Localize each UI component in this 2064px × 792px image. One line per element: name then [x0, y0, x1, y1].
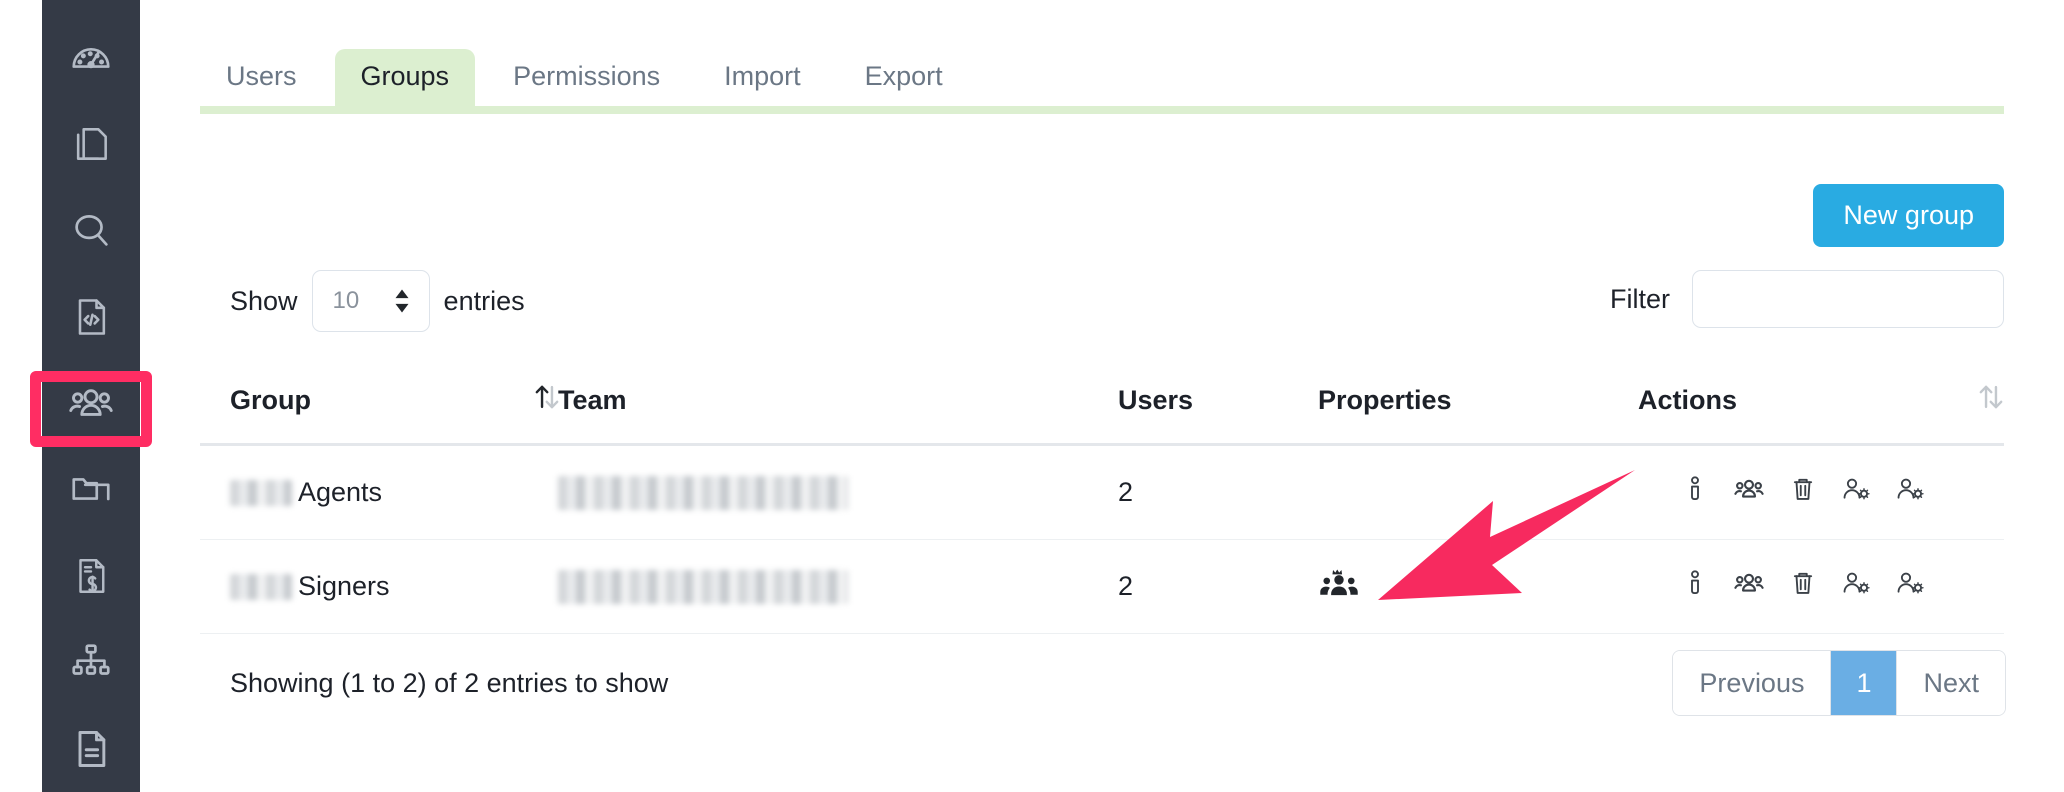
sidebar-item-users[interactable] — [42, 360, 140, 446]
cell-group: Signers — [200, 571, 530, 602]
trash-icon[interactable] — [1788, 568, 1818, 605]
invoice-icon — [70, 555, 112, 597]
user-cog-icon[interactable] — [1894, 473, 1926, 512]
sort-toggle-actions[interactable] — [1934, 380, 2004, 421]
users-group-icon — [66, 378, 116, 428]
show-label: Show — [230, 286, 298, 317]
cell-properties[interactable] — [1318, 562, 1638, 611]
tab-permissions[interactable]: Permissions — [487, 49, 686, 106]
code-file-icon — [69, 295, 113, 339]
cell-users: 2 — [1118, 477, 1318, 508]
group-name: Agents — [298, 477, 382, 508]
table-row[interactable]: Signers 2 — [200, 540, 2004, 634]
new-group-button[interactable]: New group — [1813, 184, 2004, 247]
cell-team — [558, 476, 1118, 510]
sidebar-item-documents[interactable] — [42, 100, 140, 186]
showing-entries-text: Showing (1 to 2) of 2 entries to show — [230, 668, 668, 699]
sidebar-item-templates[interactable] — [42, 273, 140, 359]
tab-groups[interactable]: Groups — [335, 49, 476, 106]
column-header-users[interactable]: Users — [1118, 385, 1318, 416]
redacted-group-prefix — [230, 480, 292, 506]
group-name: Signers — [298, 571, 390, 602]
user-settings-icon[interactable] — [1840, 473, 1872, 512]
user-settings-icon[interactable] — [1840, 567, 1872, 606]
cell-actions — [1638, 472, 1934, 513]
cell-group: Agents — [200, 477, 530, 508]
tab-import[interactable]: Import — [698, 49, 827, 106]
entries-value: 10 — [333, 287, 360, 315]
column-header-properties-label: Properties — [1318, 385, 1452, 415]
sidebar-item-dashboard[interactable] — [42, 14, 140, 100]
file-text-icon — [69, 727, 113, 771]
sidebar-item-organization[interactable] — [42, 619, 140, 705]
redacted-group-prefix — [230, 574, 292, 600]
pagination-next[interactable]: Next — [1897, 651, 2005, 715]
redacted-team-value — [558, 570, 848, 604]
trash-icon[interactable] — [1788, 474, 1818, 511]
sidebar-item-reports[interactable] — [42, 706, 140, 792]
pagination-previous[interactable]: Previous — [1673, 651, 1831, 715]
user-cog-icon[interactable] — [1894, 567, 1926, 606]
sidebar-item-billing[interactable] — [42, 533, 140, 619]
column-header-actions[interactable]: Actions — [1638, 385, 1934, 416]
search-icon — [68, 207, 114, 253]
pagination: Previous 1 Next — [1672, 650, 2006, 716]
pagination-page-1[interactable]: 1 — [1831, 651, 1897, 715]
table-header-row: Group Team Users Pro — [200, 358, 2004, 446]
entries-per-page-select[interactable]: 10 — [312, 270, 430, 332]
info-icon[interactable] — [1680, 474, 1710, 511]
tab-export[interactable]: Export — [839, 49, 969, 106]
show-entries-group: Show 10 entries — [230, 270, 525, 332]
org-chart-icon — [68, 639, 114, 685]
info-icon[interactable] — [1680, 568, 1710, 605]
dashboard-icon — [68, 34, 114, 80]
sidebar-item-search[interactable] — [42, 187, 140, 273]
groups-table: Group Team Users Pro — [200, 358, 2004, 634]
left-sidebar — [42, 0, 140, 792]
entries-label: entries — [444, 286, 525, 317]
table-controls: Show 10 entries Filter — [140, 270, 2064, 340]
main-content: Users Groups Permissions Import Export N… — [140, 0, 2064, 792]
app-window: Users Groups Permissions Import Export N… — [0, 0, 2064, 792]
sort-toggle-group[interactable] — [530, 380, 558, 421]
stepper-arrows-icon — [393, 288, 411, 314]
column-header-users-label: Users — [1118, 385, 1193, 415]
column-header-team-label: Team — [558, 385, 627, 415]
column-header-group[interactable]: Group — [200, 385, 530, 416]
sidebar-item-folders[interactable] — [42, 446, 140, 532]
cell-actions — [1638, 566, 1934, 607]
cell-team — [558, 570, 1118, 604]
filter-label: Filter — [1610, 284, 1670, 315]
tab-users[interactable]: Users — [200, 49, 323, 106]
column-header-actions-label: Actions — [1638, 385, 1737, 415]
redacted-team-value — [558, 476, 848, 510]
sort-arrows-icon — [530, 380, 560, 410]
crowd-crown-icon[interactable] — [1318, 580, 1360, 610]
filter-group: Filter — [1610, 270, 2004, 328]
sort-arrows-icon-2 — [1974, 380, 2004, 410]
column-header-group-label: Group — [230, 385, 311, 416]
cell-users: 2 — [1118, 571, 1318, 602]
column-header-team[interactable]: Team — [558, 385, 1118, 416]
column-header-properties[interactable]: Properties — [1318, 385, 1638, 416]
documents-icon — [69, 122, 113, 166]
filter-input[interactable] — [1692, 270, 2004, 328]
table-row[interactable]: Agents 2 — [200, 446, 2004, 540]
tab-bar: Users Groups Permissions Import Export — [200, 40, 2004, 122]
folder-icon — [68, 466, 114, 512]
group-icon[interactable] — [1732, 472, 1766, 513]
group-icon[interactable] — [1732, 566, 1766, 607]
